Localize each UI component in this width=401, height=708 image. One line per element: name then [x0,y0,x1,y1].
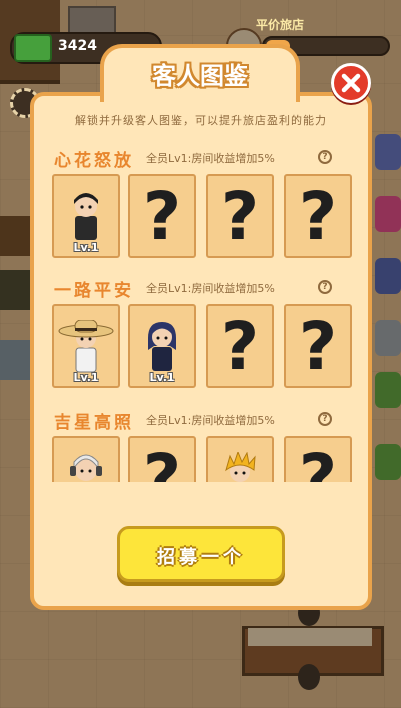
dialog-title: 客人图鉴 [152,62,248,90]
guest-card[interactable]: Lv.1 [128,304,196,388]
group-bonus: 全员Lv1:房间收益增加5% [146,414,275,427]
hotel-label: 平价旅店 [256,18,305,32]
guest-card[interactable] [206,436,274,482]
close-icon[interactable] [340,72,362,94]
group-bonus: 全员Lv1:房间收益增加5% [146,152,275,165]
locked-card[interactable]: ? [284,174,352,258]
cash-amount: 3424 [58,38,97,54]
guest-avatar-headphones [70,454,102,481]
info-icon[interactable]: ? [318,150,332,164]
recruit-button[interactable]: 招募一个 [117,526,285,582]
locked-mark: ? [142,440,182,483]
group-name: 一路平安 [54,281,134,301]
locked-card[interactable]: ? [128,436,196,482]
locked-mark: ? [142,178,182,255]
locked-card[interactable]: ? [284,436,352,482]
locked-card[interactable]: ? [128,174,196,258]
guest-card[interactable] [52,436,120,482]
recruit-button-label: 招募一个 [157,547,245,568]
group-name: 吉星高照 [54,413,134,433]
locked-mark: ? [298,178,338,255]
guest-card[interactable]: Lv.1 [52,174,120,258]
guest-avatar-man [74,193,98,240]
cash-icon [14,34,52,62]
guest-avatar-spiky-hair [225,452,256,482]
locked-card[interactable]: ? [284,304,352,388]
close-button[interactable] [331,63,371,103]
codex-scroll-area[interactable]: 心花怒放 全员Lv1:房间收益增加5% ? Lv.1 ? ? ? 一路平安 全员… [36,138,366,482]
locked-card[interactable]: ? [206,174,274,258]
locked-mark: ? [220,308,260,385]
group-name: 心花怒放 [54,151,134,171]
info-icon[interactable]: ? [318,280,332,294]
guest-level: Lv.1 [73,371,99,384]
dialog-description: 解锁并升级客人图鉴，可以提升旅店盈利的能力 [75,114,327,127]
group-bonus: 全员Lv1:房间收益增加5% [146,282,275,295]
locked-mark: ? [220,178,260,255]
guest-card[interactable]: Lv.1 [52,304,120,388]
guest-level: Lv.1 [149,371,175,384]
guest-avatar-hat [58,320,114,373]
info-icon[interactable]: ? [318,412,332,426]
locked-mark: ? [298,440,338,483]
locked-card[interactable]: ? [206,304,274,388]
guest-level: Lv.1 [73,241,99,254]
guest-avatar-woman [148,322,176,371]
locked-mark: ? [298,308,338,385]
